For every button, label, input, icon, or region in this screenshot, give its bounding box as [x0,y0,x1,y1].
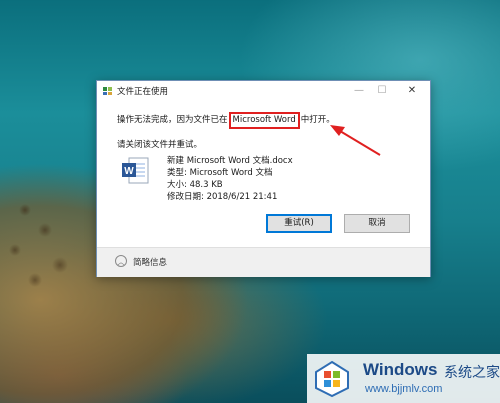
watermark-brand-cn: 系统之家 [444,365,500,381]
svg-text:W: W [124,166,134,177]
chevron-up-icon[interactable]: ︿ [115,255,127,267]
watermark-brand: Windows [363,360,438,379]
dialog-title: 文件正在使用 [117,87,169,97]
file-name: 新建 Microsoft Word 文档.docx [167,156,293,166]
word-document-icon: W [122,157,149,184]
highlighted-app-name: Microsoft Word [228,112,300,129]
file-details: 新建 Microsoft Word 文档.docx 类型: Microsoft … [167,155,293,203]
title-bar[interactable]: 文件正在使用 — ☐ ✕ [97,81,430,101]
file-in-use-dialog: 文件正在使用 — ☐ ✕ 操作无法完成，因为文件已在 Microsoft Word… [96,80,431,277]
retry-button[interactable]: 重试(R) [266,214,332,233]
file-size: 大小: 48.3 KB [167,180,223,190]
watermark-url: www.bjjmlv.com [365,383,443,395]
file-modified: 修改日期: 2018/6/21 21:41 [167,192,278,202]
close-button[interactable]: ✕ [403,83,421,98]
message-prefix: 操作无法完成，因为文件已在 [117,115,228,125]
file-explorer-icon [103,87,112,95]
fewer-details-link[interactable]: 简略信息 [133,256,167,268]
cancel-button[interactable]: 取消 [344,214,410,233]
site-watermark: Windows 系统之家 www.bjjmlv.com [307,354,500,403]
dialog-footer: ︿ 简略信息 [97,247,430,277]
instruction-message: 请关闭该文件并重试。 [117,140,203,150]
file-type: 类型: Microsoft Word 文档 [167,168,273,178]
message-suffix: 中打开。 [300,115,335,125]
error-message: 操作无法完成，因为文件已在 Microsoft Word 中打开。 [117,112,335,129]
windows-logo-icon [315,360,349,398]
minimize-button[interactable]: — [350,83,368,98]
maximize-button[interactable]: ☐ [373,83,391,98]
message-app-name: Microsoft Word [232,115,296,125]
